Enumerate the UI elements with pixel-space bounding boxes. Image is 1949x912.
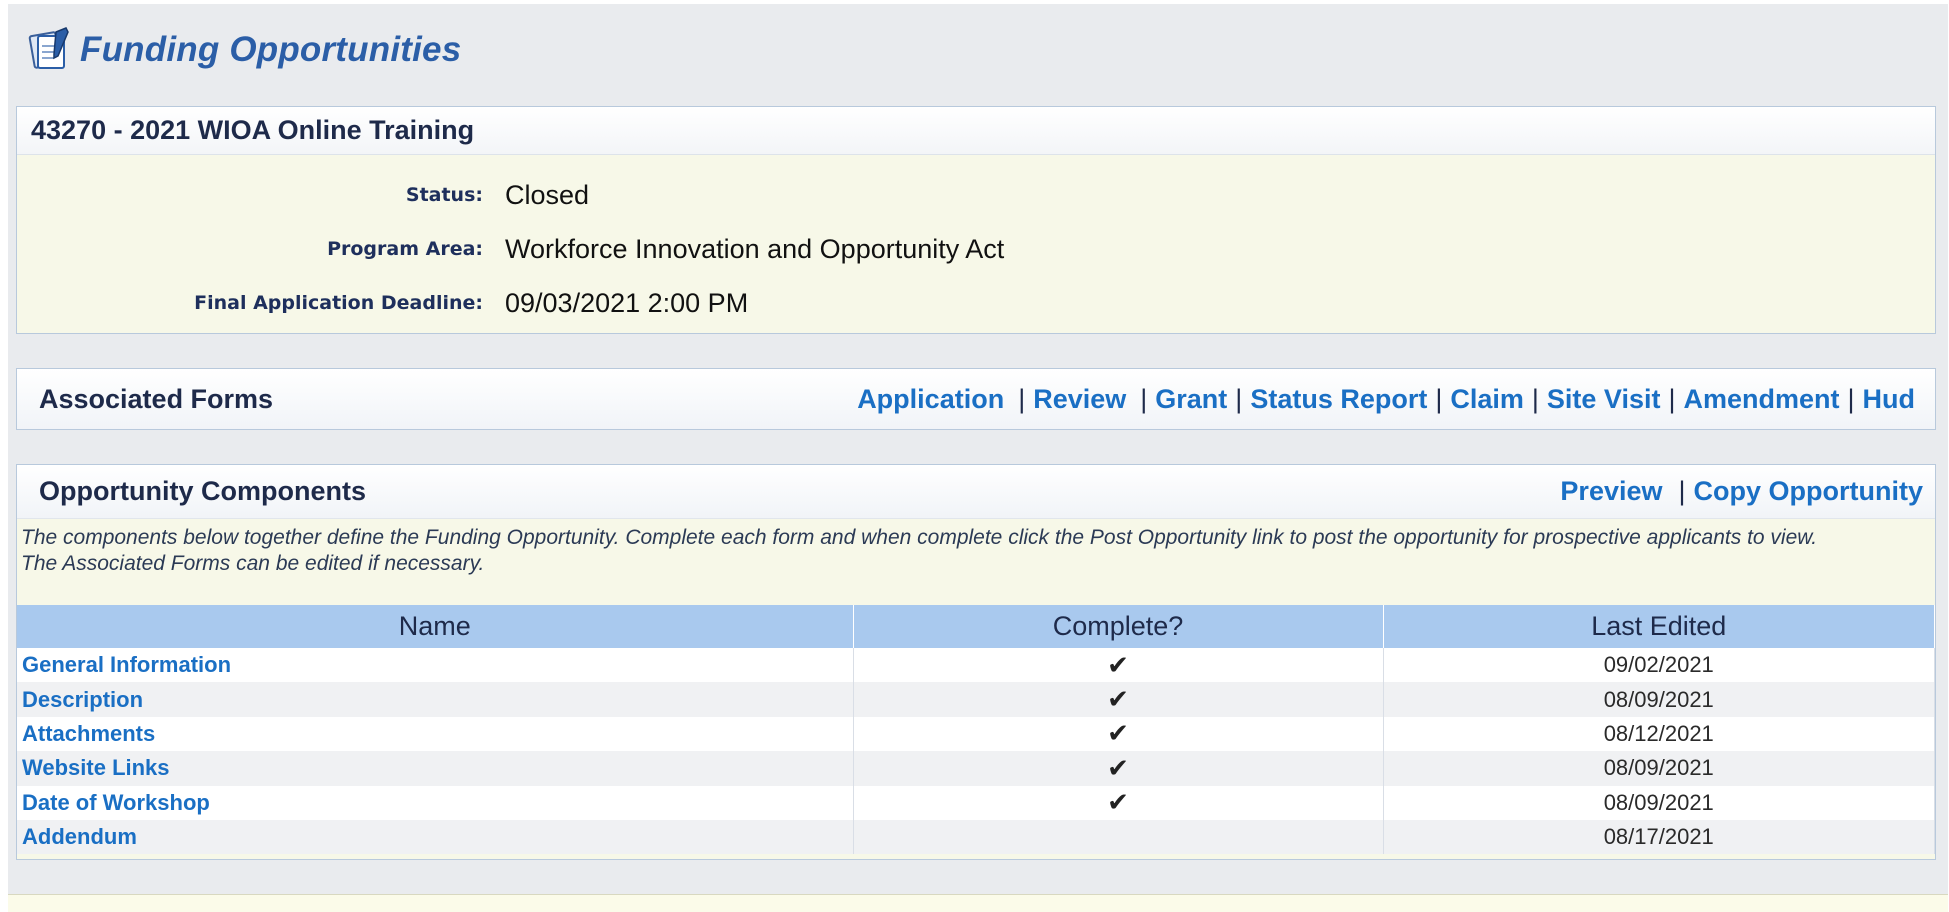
separator: | (1668, 383, 1676, 414)
components-title: Opportunity Components (39, 476, 366, 506)
status-value: Closed (505, 179, 590, 210)
site-visit-link[interactable]: Site Visit (1547, 384, 1661, 415)
opportunity-heading: 43270 - 2021 WIOA Online Training (17, 107, 1935, 155)
application-link[interactable]: Application (857, 384, 1004, 415)
separator: | (1847, 383, 1855, 414)
last-edited-cell: 08/17/2021 (1383, 819, 1935, 855)
column-header-complete[interactable]: Complete? (853, 605, 1384, 648)
last-edited-cell: 08/09/2021 (1383, 751, 1935, 786)
status-row: Status: Closed (17, 175, 1935, 215)
table-row: Description ✔ 08/09/2021 (17, 682, 1935, 717)
table-row: Date of Workshop ✔ 08/09/2021 (17, 785, 1935, 820)
preview-link[interactable]: Preview (1560, 476, 1662, 507)
associated-forms-bar: Associated Forms Application | Review | … (16, 368, 1936, 430)
last-edited-cell: 09/02/2021 (1383, 648, 1935, 683)
components-description: The components below together define the… (17, 519, 1935, 581)
checkmark-icon: ✔ (1107, 752, 1129, 783)
claim-link[interactable]: Claim (1450, 384, 1524, 415)
page-title: Funding Opportunities (80, 30, 462, 69)
components-table: Name Complete? Last Edited General Infor… (17, 605, 1935, 855)
component-link-date-of-workshop[interactable]: Date of Workshop (18, 790, 210, 815)
associated-forms-title: Associated Forms (39, 383, 274, 414)
status-label: Status: (405, 184, 483, 206)
grant-link[interactable]: Grant (1155, 384, 1227, 415)
separator: | (1678, 476, 1686, 506)
component-link-description[interactable]: Description (18, 687, 143, 712)
separator: | (1235, 383, 1243, 414)
checkmark-icon: ✔ (1107, 649, 1129, 680)
program-area-label: Program Area: (327, 238, 483, 260)
table-row: Addendum 08/17/2021 (17, 819, 1935, 855)
last-edited-cell: 08/12/2021 (1383, 716, 1935, 752)
column-header-last-edited[interactable]: Last Edited (1383, 605, 1935, 648)
program-area-row: Program Area: Workforce Innovation and O… (17, 229, 1935, 269)
table-row: Attachments ✔ 08/12/2021 (17, 716, 1935, 752)
checkmark-icon: ✔ (1107, 718, 1129, 749)
amendment-link[interactable]: Amendment (1683, 384, 1839, 415)
documents-edit-icon (28, 27, 69, 69)
footer-strip (8, 894, 1948, 912)
table-row: General Information ✔ 09/02/2021 (17, 648, 1935, 683)
separator: | (1531, 383, 1539, 414)
separator: | (1018, 383, 1026, 414)
component-link-website-links[interactable]: Website Links (18, 755, 170, 780)
review-link[interactable]: Review (1033, 384, 1126, 415)
page-container: Funding Opportunities 43270 - 2021 WIOA … (8, 4, 1948, 912)
description-line: The components below together define the… (21, 526, 1818, 549)
status-report-link[interactable]: Status Report (1250, 384, 1427, 415)
checkmark-icon: ✔ (1107, 787, 1129, 818)
last-edited-cell: 08/09/2021 (1383, 682, 1935, 717)
components-actions: Preview | Copy Opportunity (1560, 476, 1935, 507)
table-header-row: Name Complete? Last Edited (17, 605, 1935, 648)
deadline-value: 09/03/2021 2:00 PM (505, 287, 749, 318)
component-link-general-information[interactable]: General Information (18, 652, 231, 677)
table-row: Website Links ✔ 08/09/2021 (17, 751, 1935, 786)
opportunity-summary-panel: 43270 - 2021 WIOA Online Training Status… (16, 106, 1936, 334)
component-link-addendum[interactable]: Addendum (18, 824, 137, 849)
deadline-label: Final Application Deadline: (194, 292, 483, 314)
component-link-attachments[interactable]: Attachments (18, 721, 155, 746)
separator: | (1435, 383, 1443, 414)
checkmark-icon: ✔ (1107, 684, 1129, 715)
column-header-name[interactable]: Name (17, 605, 854, 648)
components-header: Opportunity Components Preview | Copy Op… (17, 465, 1935, 519)
deadline-row: Final Application Deadline: 09/03/2021 2… (17, 283, 1935, 323)
associated-forms-links: Application | Review | Grant | Status Re… (857, 384, 1935, 415)
separator: | (1140, 383, 1148, 414)
copy-opportunity-link[interactable]: Copy Opportunity (1694, 476, 1923, 507)
hud-link[interactable]: Hud (1863, 384, 1915, 415)
last-edited-cell: 08/09/2021 (1383, 785, 1935, 820)
opportunity-components-panel: Opportunity Components Preview | Copy Op… (16, 464, 1936, 860)
program-area-value: Workforce Innovation and Opportunity Act (505, 233, 1005, 264)
description-line: The Associated Forms can be edited if ne… (21, 552, 485, 575)
page-header: Funding Opportunities (26, 22, 461, 78)
